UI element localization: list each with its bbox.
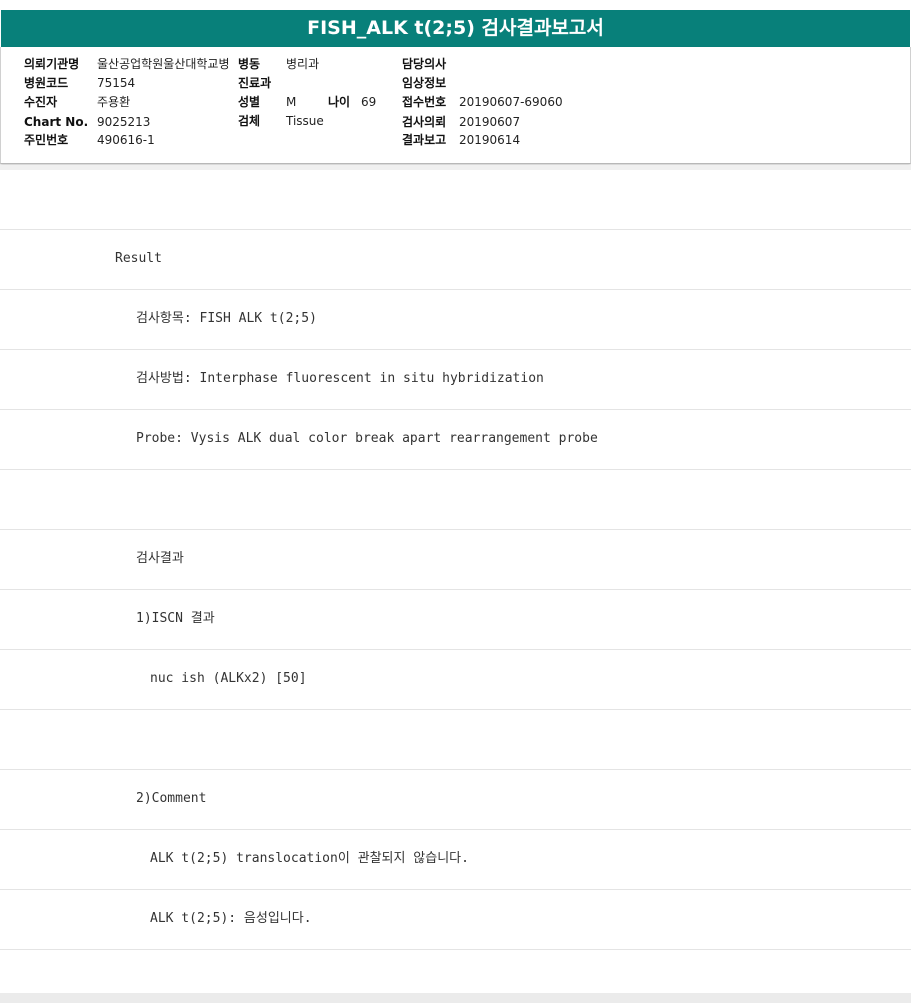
patient-label: 수진자	[24, 95, 58, 109]
institution-label: 의뢰기관명	[24, 57, 80, 71]
resident-no-label: 주민번호	[24, 133, 69, 147]
result-list: Result 검사항목: FISH ALK t(2;5) 검사방법: Inter…	[0, 170, 911, 950]
result-row: nuc ish (ALKx2) [50]	[0, 650, 911, 710]
sex-label: 성별	[238, 95, 261, 109]
result-row	[0, 710, 911, 770]
hospital-code-label: 병원코드	[24, 76, 69, 90]
age-label: 나이	[328, 95, 351, 109]
footer-divider	[0, 993, 911, 1003]
chart-no-value: 9025213	[97, 115, 151, 129]
result-row: ALK t(2;5) translocation이 관찰되지 않습니다.	[0, 830, 911, 890]
request-date-value: 20190607	[459, 115, 521, 129]
probe-line: Probe: Vysis ALK dual color break apart …	[136, 431, 598, 446]
report-date-value: 20190614	[459, 133, 521, 147]
hospital-code-value: 75154	[97, 76, 136, 90]
iscn-result-line: nuc ish (ALKx2) [50]	[150, 671, 307, 686]
result-row: 검사결과	[0, 530, 911, 590]
comment-line: ALK t(2;5) translocation이 관찰되지 않습니다.	[150, 851, 469, 866]
doctor-label: 담당의사	[402, 57, 447, 71]
comment-heading: 2)Comment	[136, 791, 207, 806]
receipt-no-value: 20190607-69060	[459, 95, 563, 109]
test-result-heading: 검사결과	[136, 551, 184, 566]
test-item-line: 검사항목: FISH ALK t(2;5)	[136, 311, 317, 326]
specimen-label: 검체	[238, 114, 261, 128]
ward-value: 병리과	[286, 57, 320, 71]
report-date-label: 결과보고	[402, 133, 447, 147]
iscn-heading: 1)ISCN 결과	[136, 611, 215, 626]
chart-no-label: Chart No.	[24, 115, 89, 129]
receipt-no-label: 접수번호	[402, 95, 447, 109]
resident-no-value: 490616-1	[97, 133, 155, 147]
report-title: FISH_ALK t(2;5) 검사결과보고서	[1, 10, 910, 47]
ward-label: 병동	[238, 57, 261, 71]
result-row: ALK t(2;5): 음성입니다.	[0, 890, 911, 950]
result-row: 1)ISCN 결과	[0, 590, 911, 650]
patient-info-panel: 의뢰기관명 울산공업학원울산대학교병 병동 병리과 담당의사 병원코드 7515…	[0, 47, 911, 164]
result-row: 검사방법: Interphase fluorescent in situ hyb…	[0, 350, 911, 410]
result-section-heading: Result	[115, 251, 162, 266]
sex-value: M	[286, 95, 297, 109]
institution-value: 울산공업학원울산대학교병	[97, 57, 230, 71]
request-date-label: 검사의뢰	[402, 115, 447, 129]
clinical-info-label: 임상정보	[402, 76, 447, 90]
result-row: Result	[0, 230, 911, 290]
comment-line: ALK t(2;5): 음성입니다.	[150, 911, 312, 926]
result-row	[0, 170, 911, 230]
patient-value: 주용환	[97, 95, 131, 109]
result-row: 검사항목: FISH ALK t(2;5)	[0, 290, 911, 350]
test-method-line: 검사방법: Interphase fluorescent in situ hyb…	[136, 371, 544, 386]
result-row	[0, 470, 911, 530]
result-row: Probe: Vysis ALK dual color break apart …	[0, 410, 911, 470]
age-value: 69	[361, 95, 377, 109]
department-label: 진료과	[238, 76, 272, 90]
result-row: 2)Comment	[0, 770, 911, 830]
specimen-value: Tissue	[286, 114, 324, 128]
